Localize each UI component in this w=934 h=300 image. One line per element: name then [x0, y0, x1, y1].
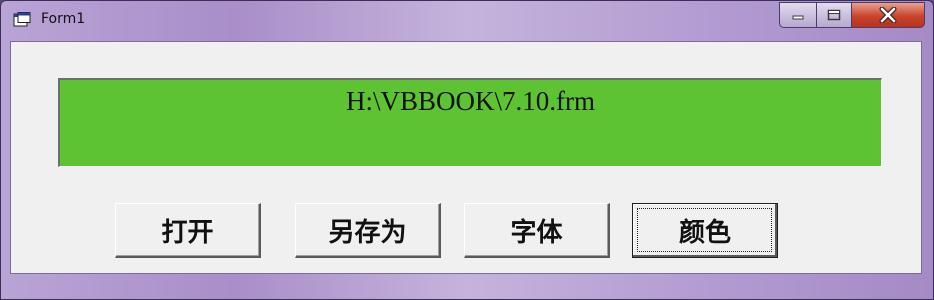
- title-bar[interactable]: Form1: [1, 1, 933, 41]
- maximize-icon: [827, 9, 841, 21]
- maximize-button[interactable]: [816, 2, 852, 28]
- color-button-label: 颜色: [678, 218, 731, 248]
- window-title: Form1: [41, 11, 86, 27]
- filename-label-panel: H:\VBBOOK\7.10.frm: [58, 78, 882, 167]
- minimize-icon: [792, 15, 804, 20]
- close-button[interactable]: [851, 2, 925, 28]
- close-icon: [879, 7, 897, 23]
- filename-label: H:\VBBOOK\7.10.frm: [346, 86, 595, 116]
- form-client-area: H:\VBBOOK\7.10.frm 打开 另存为 字体 颜色: [10, 41, 922, 274]
- form-app-icon: [13, 12, 31, 27]
- form-window: Form1 H:\VBBOOK\7.10.frm 打开 另存为 字体 颜色: [0, 0, 934, 300]
- font-button[interactable]: 字体: [464, 203, 610, 258]
- minimize-button[interactable]: [779, 2, 817, 28]
- save-as-button[interactable]: 另存为: [295, 203, 441, 258]
- open-button[interactable]: 打开: [115, 203, 261, 258]
- color-button[interactable]: 颜色: [632, 203, 778, 258]
- window-bottom-border: [1, 274, 933, 299]
